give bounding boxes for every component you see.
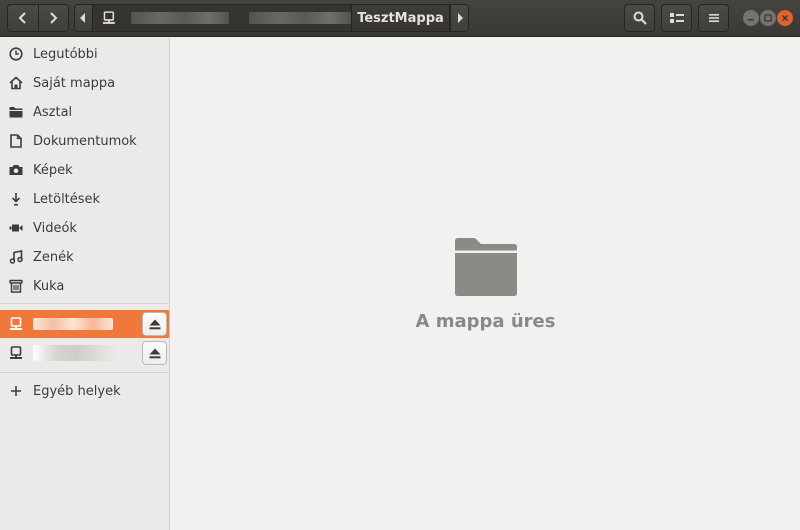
drive-icon xyxy=(8,316,24,332)
sidebar-item-label: Asztal xyxy=(33,104,73,120)
list-view-icon xyxy=(669,13,684,23)
clock-icon xyxy=(8,46,24,62)
search-icon xyxy=(633,11,647,25)
redacted-device-label xyxy=(33,345,119,361)
close-icon xyxy=(781,14,789,22)
sidebar-item-home[interactable]: Saját mappa xyxy=(0,69,169,97)
sidebar-item-label: Saját mappa xyxy=(33,75,116,91)
redacted-device-label xyxy=(33,318,113,330)
sidebar-separator xyxy=(0,303,169,304)
redacted-path-text xyxy=(248,12,351,24)
sidebar-item-trash[interactable]: Kuka xyxy=(0,272,169,300)
file-view[interactable]: A mappa üres xyxy=(171,37,800,530)
trash-icon xyxy=(8,278,24,294)
redacted-path-text xyxy=(130,12,229,24)
forward-button[interactable] xyxy=(37,5,68,31)
sidebar-separator xyxy=(0,372,169,373)
drive-icon xyxy=(102,11,115,24)
close-button[interactable] xyxy=(777,10,793,26)
sidebar-device-1[interactable] xyxy=(0,310,169,338)
menu-button[interactable] xyxy=(698,4,729,32)
document-icon xyxy=(8,133,24,149)
triangle-left-icon xyxy=(80,13,86,23)
path-current-folder[interactable]: TesztMappa xyxy=(350,5,451,31)
sidebar-item-label: Videók xyxy=(33,220,77,236)
minimize-icon xyxy=(748,19,754,21)
sidebar-item-label: Kuka xyxy=(33,278,65,294)
empty-folder-message: A mappa üres xyxy=(415,311,556,332)
sidebar-device-2[interactable] xyxy=(0,339,169,367)
back-button[interactable] xyxy=(8,5,38,31)
minimize-button[interactable] xyxy=(743,10,759,26)
eject-icon xyxy=(149,319,160,329)
eject-button[interactable] xyxy=(142,341,167,365)
sidebar-item-label: Zenék xyxy=(33,249,74,265)
path-scroll-left-button[interactable] xyxy=(75,5,93,31)
sidebar-item-music[interactable]: Zenék xyxy=(0,243,169,271)
sidebar-item-recent[interactable]: Legutóbbi xyxy=(0,40,169,68)
sidebar-item-pictures[interactable]: Képek xyxy=(0,156,169,184)
sidebar-item-other-locations[interactable]: Egyéb helyek xyxy=(0,377,169,405)
eject-button[interactable] xyxy=(142,312,167,336)
view-toggle-button[interactable] xyxy=(661,4,692,32)
eject-icon xyxy=(149,348,160,358)
sidebar-item-videos[interactable]: Videók xyxy=(0,214,169,242)
sidebar: Legutóbbi Saját mappa Asztal Dokumentumo… xyxy=(0,37,170,530)
path-bar: TesztMappa xyxy=(74,4,469,32)
hamburger-menu-icon xyxy=(708,14,719,22)
desktop-folder-icon xyxy=(8,104,24,120)
sidebar-item-desktop[interactable]: Asztal xyxy=(0,98,169,126)
sidebar-item-label: Dokumentumok xyxy=(33,133,137,149)
camera-icon xyxy=(8,162,24,178)
sidebar-item-label: Képek xyxy=(33,162,73,178)
header-bar: TesztMappa xyxy=(0,0,800,37)
sidebar-item-label: Letöltések xyxy=(33,191,101,207)
path-root-segment[interactable] xyxy=(93,5,351,31)
maximize-button[interactable] xyxy=(760,10,776,26)
plus-icon xyxy=(8,383,24,399)
navigation-buttons xyxy=(7,4,69,32)
download-icon xyxy=(8,191,24,207)
path-scroll-right-button[interactable] xyxy=(450,5,468,31)
music-icon xyxy=(8,249,24,265)
maximize-icon xyxy=(764,14,772,22)
sidebar-item-label: Legutóbbi xyxy=(33,46,98,62)
sidebar-item-downloads[interactable]: Letöltések xyxy=(0,185,169,213)
home-icon xyxy=(8,75,24,91)
sidebar-item-documents[interactable]: Dokumentumok xyxy=(0,127,169,155)
chevron-right-icon xyxy=(50,12,58,24)
video-icon xyxy=(8,220,24,236)
triangle-right-icon xyxy=(457,13,463,23)
search-button[interactable] xyxy=(624,4,655,32)
sidebar-item-label: Egyéb helyek xyxy=(33,383,121,399)
chevron-left-icon xyxy=(18,12,26,24)
empty-folder-icon xyxy=(455,238,517,296)
drive-icon xyxy=(8,345,24,361)
